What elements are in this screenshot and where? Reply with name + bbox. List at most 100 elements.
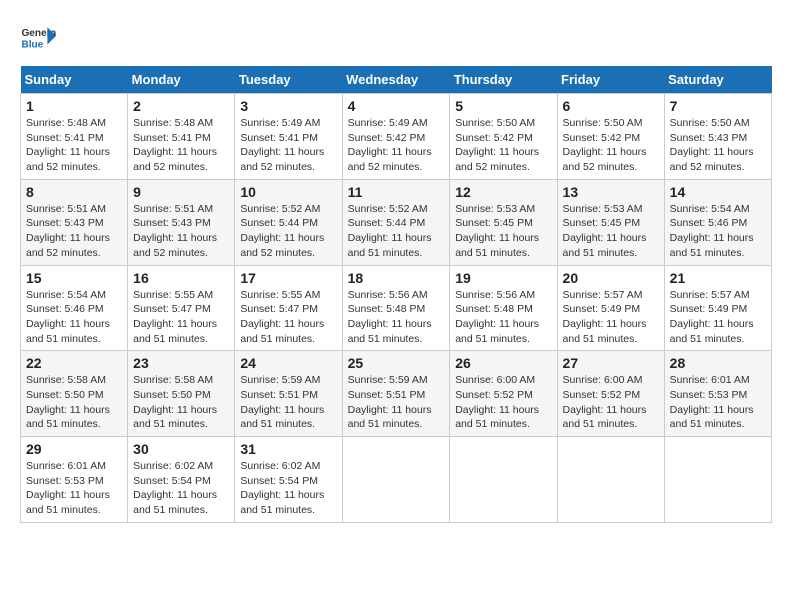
calendar-cell: 23 Sunrise: 5:58 AM Sunset: 5:50 PM Dayl… xyxy=(128,351,235,437)
logo: General Blue xyxy=(20,20,56,56)
calendar-cell: 19 Sunrise: 5:56 AM Sunset: 5:48 PM Dayl… xyxy=(450,265,557,351)
day-number: 6 xyxy=(563,98,659,114)
weekday-header-cell: Thursday xyxy=(450,66,557,94)
day-info: Sunrise: 5:56 AM Sunset: 5:48 PM Dayligh… xyxy=(348,288,445,347)
day-number: 1 xyxy=(26,98,122,114)
day-number: 24 xyxy=(240,355,336,371)
calendar-cell: 14 Sunrise: 5:54 AM Sunset: 5:46 PM Dayl… xyxy=(664,179,771,265)
day-info: Sunrise: 5:48 AM Sunset: 5:41 PM Dayligh… xyxy=(133,116,229,175)
calendar-cell: 8 Sunrise: 5:51 AM Sunset: 5:43 PM Dayli… xyxy=(21,179,128,265)
calendar-cell: 7 Sunrise: 5:50 AM Sunset: 5:43 PM Dayli… xyxy=(664,94,771,180)
calendar-cell: 28 Sunrise: 6:01 AM Sunset: 5:53 PM Dayl… xyxy=(664,351,771,437)
weekday-header-cell: Sunday xyxy=(21,66,128,94)
day-number: 19 xyxy=(455,270,551,286)
calendar-cell: 18 Sunrise: 5:56 AM Sunset: 5:48 PM Dayl… xyxy=(342,265,450,351)
day-info: Sunrise: 6:01 AM Sunset: 5:53 PM Dayligh… xyxy=(670,373,766,432)
calendar-cell: 5 Sunrise: 5:50 AM Sunset: 5:42 PM Dayli… xyxy=(450,94,557,180)
calendar-week-row: 22 Sunrise: 5:58 AM Sunset: 5:50 PM Dayl… xyxy=(21,351,772,437)
calendar-cell: 21 Sunrise: 5:57 AM Sunset: 5:49 PM Dayl… xyxy=(664,265,771,351)
calendar-cell: 6 Sunrise: 5:50 AM Sunset: 5:42 PM Dayli… xyxy=(557,94,664,180)
day-info: Sunrise: 5:49 AM Sunset: 5:41 PM Dayligh… xyxy=(240,116,336,175)
weekday-header-cell: Friday xyxy=(557,66,664,94)
day-number: 26 xyxy=(455,355,551,371)
day-number: 21 xyxy=(670,270,766,286)
day-info: Sunrise: 6:00 AM Sunset: 5:52 PM Dayligh… xyxy=(563,373,659,432)
day-number: 7 xyxy=(670,98,766,114)
calendar-cell: 30 Sunrise: 6:02 AM Sunset: 5:54 PM Dayl… xyxy=(128,437,235,523)
day-info: Sunrise: 5:53 AM Sunset: 5:45 PM Dayligh… xyxy=(563,202,659,261)
calendar-cell: 9 Sunrise: 5:51 AM Sunset: 5:43 PM Dayli… xyxy=(128,179,235,265)
day-info: Sunrise: 5:59 AM Sunset: 5:51 PM Dayligh… xyxy=(348,373,445,432)
calendar-week-row: 1 Sunrise: 5:48 AM Sunset: 5:41 PM Dayli… xyxy=(21,94,772,180)
day-number: 3 xyxy=(240,98,336,114)
calendar-week-row: 8 Sunrise: 5:51 AM Sunset: 5:43 PM Dayli… xyxy=(21,179,772,265)
calendar-cell: 1 Sunrise: 5:48 AM Sunset: 5:41 PM Dayli… xyxy=(21,94,128,180)
calendar-cell: 25 Sunrise: 5:59 AM Sunset: 5:51 PM Dayl… xyxy=(342,351,450,437)
day-number: 20 xyxy=(563,270,659,286)
calendar-cell: 31 Sunrise: 6:02 AM Sunset: 5:54 PM Dayl… xyxy=(235,437,342,523)
day-number: 11 xyxy=(348,184,445,200)
calendar-cell: 27 Sunrise: 6:00 AM Sunset: 5:52 PM Dayl… xyxy=(557,351,664,437)
day-info: Sunrise: 5:50 AM Sunset: 5:42 PM Dayligh… xyxy=(563,116,659,175)
calendar-cell: 16 Sunrise: 5:55 AM Sunset: 5:47 PM Dayl… xyxy=(128,265,235,351)
day-info: Sunrise: 5:57 AM Sunset: 5:49 PM Dayligh… xyxy=(563,288,659,347)
weekday-header-cell: Wednesday xyxy=(342,66,450,94)
day-info: Sunrise: 5:49 AM Sunset: 5:42 PM Dayligh… xyxy=(348,116,445,175)
day-number: 16 xyxy=(133,270,229,286)
day-number: 10 xyxy=(240,184,336,200)
day-number: 27 xyxy=(563,355,659,371)
day-info: Sunrise: 6:02 AM Sunset: 5:54 PM Dayligh… xyxy=(133,459,229,518)
day-number: 14 xyxy=(670,184,766,200)
day-info: Sunrise: 5:56 AM Sunset: 5:48 PM Dayligh… xyxy=(455,288,551,347)
day-number: 31 xyxy=(240,441,336,457)
day-info: Sunrise: 6:00 AM Sunset: 5:52 PM Dayligh… xyxy=(455,373,551,432)
day-number: 4 xyxy=(348,98,445,114)
day-number: 28 xyxy=(670,355,766,371)
logo-icon: General Blue xyxy=(20,20,56,56)
day-info: Sunrise: 5:52 AM Sunset: 5:44 PM Dayligh… xyxy=(348,202,445,261)
calendar-cell xyxy=(557,437,664,523)
day-info: Sunrise: 5:53 AM Sunset: 5:45 PM Dayligh… xyxy=(455,202,551,261)
calendar-cell xyxy=(342,437,450,523)
day-number: 8 xyxy=(26,184,122,200)
day-info: Sunrise: 5:50 AM Sunset: 5:43 PM Dayligh… xyxy=(670,116,766,175)
calendar-cell: 29 Sunrise: 6:01 AM Sunset: 5:53 PM Dayl… xyxy=(21,437,128,523)
day-number: 17 xyxy=(240,270,336,286)
calendar-cell: 10 Sunrise: 5:52 AM Sunset: 5:44 PM Dayl… xyxy=(235,179,342,265)
day-number: 15 xyxy=(26,270,122,286)
day-number: 9 xyxy=(133,184,229,200)
calendar-cell: 13 Sunrise: 5:53 AM Sunset: 5:45 PM Dayl… xyxy=(557,179,664,265)
weekday-header-cell: Saturday xyxy=(664,66,771,94)
day-info: Sunrise: 5:51 AM Sunset: 5:43 PM Dayligh… xyxy=(26,202,122,261)
day-info: Sunrise: 6:01 AM Sunset: 5:53 PM Dayligh… xyxy=(26,459,122,518)
day-number: 30 xyxy=(133,441,229,457)
calendar-cell: 20 Sunrise: 5:57 AM Sunset: 5:49 PM Dayl… xyxy=(557,265,664,351)
day-number: 18 xyxy=(348,270,445,286)
day-info: Sunrise: 5:59 AM Sunset: 5:51 PM Dayligh… xyxy=(240,373,336,432)
day-number: 23 xyxy=(133,355,229,371)
calendar-table: SundayMondayTuesdayWednesdayThursdayFrid… xyxy=(20,66,772,523)
header: General Blue xyxy=(20,20,772,56)
calendar-cell: 2 Sunrise: 5:48 AM Sunset: 5:41 PM Dayli… xyxy=(128,94,235,180)
calendar-cell xyxy=(450,437,557,523)
day-info: Sunrise: 5:54 AM Sunset: 5:46 PM Dayligh… xyxy=(26,288,122,347)
calendar-cell: 12 Sunrise: 5:53 AM Sunset: 5:45 PM Dayl… xyxy=(450,179,557,265)
calendar-cell: 15 Sunrise: 5:54 AM Sunset: 5:46 PM Dayl… xyxy=(21,265,128,351)
day-info: Sunrise: 5:55 AM Sunset: 5:47 PM Dayligh… xyxy=(133,288,229,347)
calendar-cell: 4 Sunrise: 5:49 AM Sunset: 5:42 PM Dayli… xyxy=(342,94,450,180)
calendar-week-row: 15 Sunrise: 5:54 AM Sunset: 5:46 PM Dayl… xyxy=(21,265,772,351)
calendar-cell: 22 Sunrise: 5:58 AM Sunset: 5:50 PM Dayl… xyxy=(21,351,128,437)
weekday-header-row: SundayMondayTuesdayWednesdayThursdayFrid… xyxy=(21,66,772,94)
day-number: 2 xyxy=(133,98,229,114)
calendar-week-row: 29 Sunrise: 6:01 AM Sunset: 5:53 PM Dayl… xyxy=(21,437,772,523)
calendar-cell: 11 Sunrise: 5:52 AM Sunset: 5:44 PM Dayl… xyxy=(342,179,450,265)
svg-text:Blue: Blue xyxy=(21,39,43,50)
day-number: 29 xyxy=(26,441,122,457)
calendar-cell: 24 Sunrise: 5:59 AM Sunset: 5:51 PM Dayl… xyxy=(235,351,342,437)
day-info: Sunrise: 5:58 AM Sunset: 5:50 PM Dayligh… xyxy=(26,373,122,432)
day-number: 12 xyxy=(455,184,551,200)
day-info: Sunrise: 5:52 AM Sunset: 5:44 PM Dayligh… xyxy=(240,202,336,261)
weekday-header-cell: Monday xyxy=(128,66,235,94)
calendar-cell: 26 Sunrise: 6:00 AM Sunset: 5:52 PM Dayl… xyxy=(450,351,557,437)
day-info: Sunrise: 5:55 AM Sunset: 5:47 PM Dayligh… xyxy=(240,288,336,347)
